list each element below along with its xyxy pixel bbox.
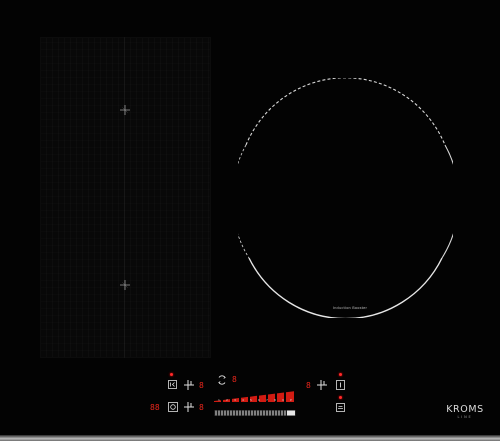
slider-scale-numbers: 1 2 3 4 5 6 7 8 9 P — [218, 398, 298, 402]
scale-number: 5 — [250, 398, 252, 402]
timer-led — [170, 373, 173, 376]
induction-hob: Induction Booster 8 8 1 2 3 4 5 6 7 8 9 … — [0, 0, 500, 441]
pause-display: 8 — [232, 375, 237, 384]
scale-number: 1 — [218, 398, 220, 402]
hob-bottom-rim — [0, 435, 500, 441]
plus-minus-icon[interactable] — [183, 379, 195, 391]
right-plus-minus-icon[interactable] — [316, 379, 328, 391]
brand-subline: LINE — [457, 415, 473, 419]
scale-number: 6 — [258, 398, 260, 402]
scale-number: 9 — [282, 398, 284, 402]
zone-power-display: 8 — [199, 381, 204, 390]
power-icon[interactable] — [336, 380, 345, 390]
lower-plus-minus-icon[interactable] — [183, 401, 195, 413]
scale-number: 7 — [266, 398, 268, 402]
pause-icon[interactable] — [217, 375, 227, 385]
bridge-led — [339, 396, 342, 399]
right-zone-power-display: 8 — [306, 381, 311, 390]
control-panel: 8 8 1 2 3 4 5 6 7 8 9 P 8 88 8 KROMS LIN… — [0, 0, 500, 441]
bridge-icon[interactable] — [336, 403, 345, 412]
scale-number: 8 — [274, 398, 276, 402]
brand-name: KROMS — [446, 404, 484, 415]
scale-number: 4 — [242, 398, 244, 402]
scale-number: P — [290, 398, 292, 402]
lock-icon[interactable] — [168, 402, 178, 412]
power-led — [339, 373, 342, 376]
lower-zone-power-display: 8 — [199, 403, 204, 412]
scale-number: 3 — [234, 398, 236, 402]
timer-icon[interactable] — [168, 380, 177, 389]
power-slider-scale — [213, 402, 297, 421]
scale-number: 2 — [226, 398, 228, 402]
timer-display: 88 — [150, 403, 160, 412]
brand-logo: KROMS LINE — [442, 405, 488, 420]
